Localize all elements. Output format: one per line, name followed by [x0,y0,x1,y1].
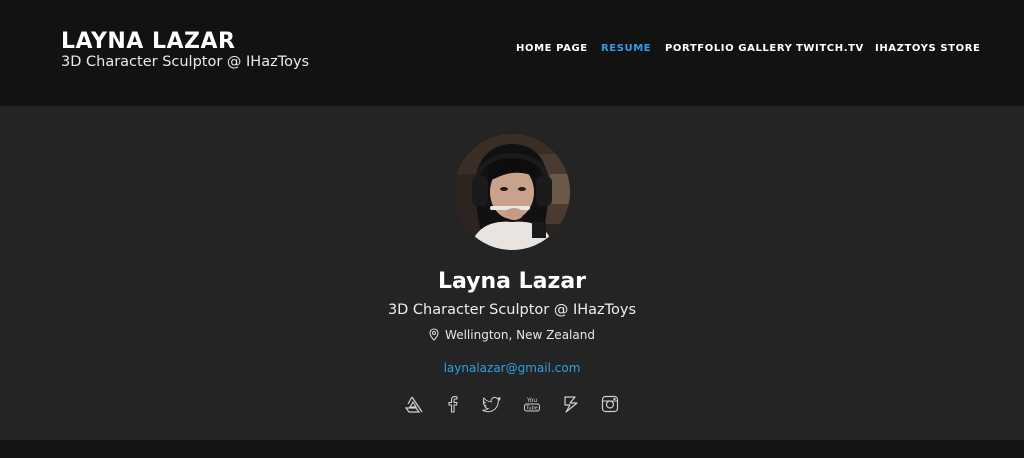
svg-text:You: You [525,397,537,404]
artstation-icon[interactable] [404,394,424,414]
instagram-icon[interactable] [600,394,620,414]
zbrush-icon[interactable] [561,394,581,414]
profile-title: 3D Character Sculptor @ IHazToys [387,302,637,318]
facebook-icon[interactable] [443,394,463,414]
site-header: LAYNA LAZAR 3D Character Sculptor @ IHaz… [0,0,1024,106]
email-row: laynalazar@gmail.com [0,357,1024,376]
svg-text:Tube: Tube [525,406,538,412]
avatar-image [454,134,570,250]
nav-item-resume[interactable]: RESUME [601,43,651,54]
youtube-icon[interactable]: You Tube [522,394,542,414]
profile-name: Layna Lazar [437,269,587,294]
location-pin-icon [429,328,439,345]
nav-item-portfolio-gallery[interactable]: PORTFOLIO GALLERY [665,43,792,54]
avatar [454,134,570,250]
footer-strip [0,440,1024,458]
main-nav: HOME PAGE RESUME PORTFOLIO GALLERY TWITC… [0,43,1024,57]
nav-item-twitch-tv[interactable]: TWITCH.TV [796,43,864,54]
location-text: Wellington, New Zealand [445,328,595,342]
profile-location: Wellington, New Zealand [0,327,1024,345]
nav-item-ihaztoys-store[interactable]: IHAZTOYS STORE [875,43,980,54]
nav-item-home-page[interactable]: HOME PAGE [516,43,588,54]
social-links: You Tube [0,394,1024,414]
twitter-icon[interactable] [482,394,502,414]
profile-section: Layna Lazar 3D Character Sculptor @ IHaz… [0,106,1024,440]
email-link[interactable]: laynalazar@gmail.com [444,361,581,375]
